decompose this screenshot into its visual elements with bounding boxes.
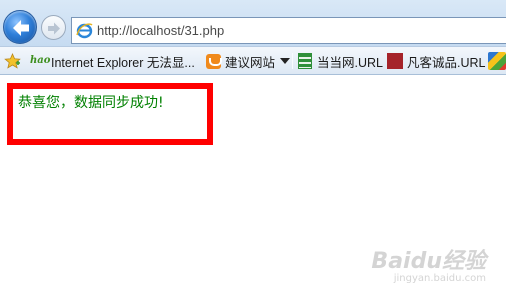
favorites-star-icon[interactable] [4, 53, 21, 69]
suggested-sites-icon [206, 53, 222, 69]
ie-logo-icon [76, 23, 93, 39]
favorite-label: Internet Explorer 无法显... [51, 55, 195, 70]
back-arrow-icon [13, 20, 29, 36]
forward-button[interactable] [41, 15, 66, 40]
address-url[interactable]: http://localhost/31.php [97, 23, 224, 38]
favorites-bar: hao Internet Explorer 无法显... 建议网站 当当网.UR… [0, 46, 506, 75]
chevron-down-icon[interactable] [280, 58, 291, 64]
favorite-link-ie-error[interactable]: hao Internet Explorer 无法显... [30, 47, 195, 74]
colorful-site-icon [488, 52, 506, 70]
watermark-brand: Baidu经验 [371, 249, 486, 274]
favorite-link-more[interactable] [488, 47, 506, 74]
watermark: Baidu经验 jingyan.baidu.com [371, 243, 486, 284]
forward-arrow-icon [48, 22, 60, 35]
success-message: 恭喜您，数据同步成功! [18, 95, 164, 111]
favorite-label: 当当网.URL [317, 55, 383, 70]
address-bar[interactable]: http://localhost/31.php [71, 17, 506, 44]
favorite-label: 建议网站 [225, 55, 276, 70]
back-button[interactable] [3, 10, 37, 44]
message-box: 恭喜您，数据同步成功! [7, 83, 213, 145]
navigation-bar: http://localhost/31.php [0, 0, 506, 46]
page-content: 恭喜您，数据同步成功! Baidu经验 jingyan.baidu.com [0, 75, 506, 296]
vancl-icon [387, 53, 403, 69]
favorite-suggested-sites[interactable]: 建议网站 [206, 47, 291, 74]
favorite-link-vancl[interactable]: 凡客诚品.URL [387, 47, 486, 74]
favorite-label: 凡客诚品.URL [407, 55, 486, 70]
separator [292, 53, 293, 69]
dangdang-icon [298, 53, 312, 69]
hao-icon: hao [30, 55, 51, 66]
favorite-link-dangdang[interactable]: 当当网.URL [298, 47, 383, 74]
